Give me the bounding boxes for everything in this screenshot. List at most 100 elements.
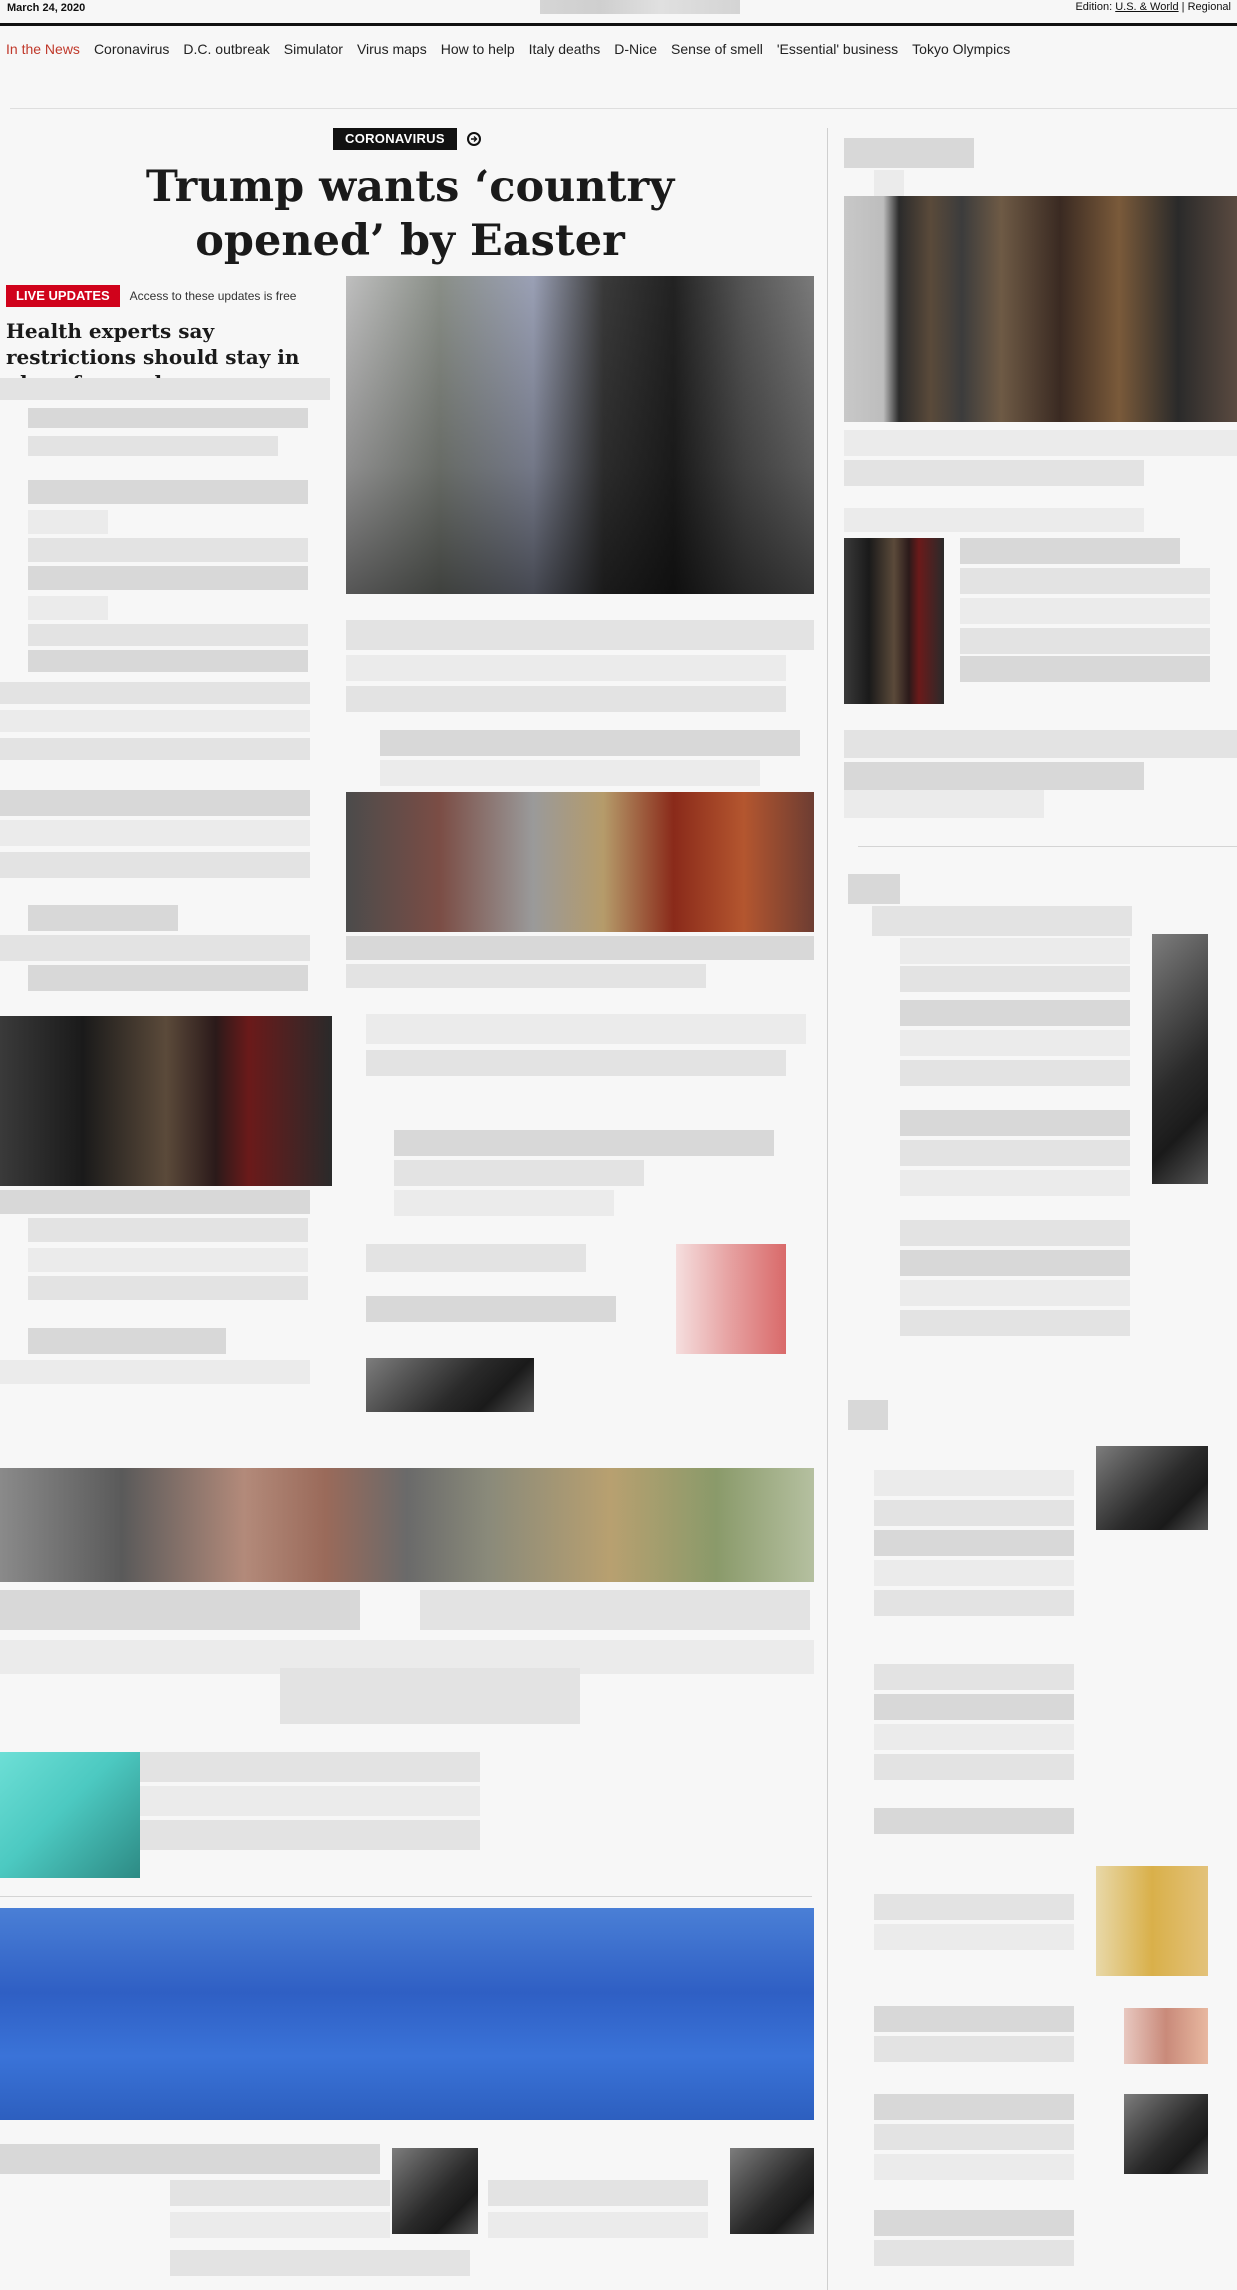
story-text-block (874, 1500, 1074, 1526)
story-image[interactable] (366, 1358, 534, 1412)
story-image[interactable] (1096, 1866, 1208, 1976)
story-text-block (848, 1400, 888, 1430)
nav-item-coronavirus[interactable]: Coronavirus (94, 41, 169, 57)
story-image[interactable] (346, 792, 814, 932)
story-text-block (874, 2006, 1074, 2032)
story-text-block (170, 2250, 470, 2276)
story-text-block (844, 138, 974, 168)
nav-item-tokyo-olympics[interactable]: Tokyo Olympics (912, 41, 1010, 57)
story-image[interactable] (844, 538, 944, 704)
story-text-block (848, 874, 900, 904)
nav-item-d-nice[interactable]: D-Nice (614, 41, 657, 57)
story-text-block (874, 1530, 1074, 1556)
story-text-block (960, 538, 1180, 564)
story-text-block (0, 935, 310, 961)
story-text-block (844, 508, 1144, 532)
story-image-strip[interactable] (0, 1468, 814, 1582)
free-access-note: Access to these updates is free (129, 289, 297, 303)
story-text-block (0, 1590, 360, 1630)
story-text-block (874, 1894, 1074, 1920)
kicker-row: CORONAVIRUS (333, 128, 481, 150)
story-text-block (28, 566, 308, 590)
story-text-block (28, 596, 108, 620)
story-text-block (140, 1752, 480, 1782)
live-updates-row: LIVE UPDATES Access to these updates is … (6, 285, 296, 307)
nav-item-virus-maps[interactable]: Virus maps (357, 41, 427, 57)
story-image[interactable] (1152, 934, 1208, 1184)
story-text-block (394, 1190, 614, 1216)
story-text-block (28, 1276, 308, 1300)
story-text-block (28, 480, 308, 504)
story-text-block (28, 624, 308, 646)
page-date: March 24, 2020 (7, 2, 86, 14)
story-text-block (28, 436, 278, 456)
in-the-news-label: In the News (6, 41, 80, 57)
story-text-block (366, 1296, 616, 1322)
story-image[interactable] (0, 1016, 332, 1186)
story-text-block (960, 628, 1210, 654)
nav-item-simulator[interactable]: Simulator (284, 41, 343, 57)
story-text-block (394, 1130, 774, 1156)
arrow-right-circle-icon[interactable] (466, 132, 481, 146)
story-text-block (874, 1590, 1074, 1616)
edition-label: Edition: (1075, 1, 1113, 13)
story-image[interactable] (844, 196, 1237, 422)
nav-item-sense-of-smell[interactable]: Sense of smell (671, 41, 763, 57)
story-text-block (28, 1328, 226, 1354)
top-bar: March 24, 2020 Edition: U.S. & World | R… (0, 0, 1237, 26)
story-text-block (366, 1244, 586, 1272)
story-image[interactable] (1124, 2094, 1208, 2174)
site-logo[interactable] (540, 0, 740, 14)
story-text-block (394, 1160, 644, 1186)
live-updates-badge[interactable]: LIVE UPDATES (6, 285, 120, 307)
story-text-block (366, 1050, 786, 1076)
story-text-block (900, 1280, 1130, 1306)
story-text-block (900, 966, 1130, 992)
story-image[interactable] (392, 2148, 478, 2234)
story-text-block (874, 2240, 1074, 2266)
story-text-block (874, 2036, 1074, 2062)
story-image[interactable] (1096, 1446, 1208, 1530)
story-text-block (28, 510, 108, 534)
edition-switcher: Edition: U.S. & World | Regional (1075, 1, 1231, 13)
story-text-block (900, 1310, 1130, 1336)
nav-divider (10, 108, 1237, 109)
story-text-block (874, 1754, 1074, 1780)
nav-item-dc-outbreak[interactable]: D.C. outbreak (183, 41, 269, 57)
story-text-block (874, 2124, 1074, 2150)
story-text-block (0, 2144, 380, 2174)
story-text-block (28, 1248, 308, 1272)
story-text-block (488, 2212, 708, 2238)
story-text-block (874, 1694, 1074, 1720)
nav-item-italy-deaths[interactable]: Italy deaths (529, 41, 601, 57)
column-divider (827, 128, 828, 2290)
story-text-block (28, 905, 178, 931)
story-text-block (900, 1110, 1130, 1136)
section-kicker[interactable]: CORONAVIRUS (333, 128, 457, 150)
story-text-block (900, 938, 1130, 964)
story-image[interactable] (676, 1244, 786, 1354)
nav-item-essential-business[interactable]: 'Essential' business (777, 41, 898, 57)
story-image[interactable] (1124, 2008, 1208, 2064)
story-text-block (900, 1140, 1130, 1166)
story-text-block (380, 730, 800, 756)
nav-item-how-to-help[interactable]: How to help (441, 41, 515, 57)
story-text-block (380, 760, 760, 786)
promo-banner[interactable] (0, 1908, 814, 2120)
edition-world-link[interactable]: U.S. & World (1115, 1, 1178, 13)
story-image[interactable] (730, 2148, 814, 2234)
main-headline[interactable]: Trump wants ‘country opened’ by Easter (120, 160, 700, 268)
story-text-block (0, 378, 330, 400)
story-text-block (872, 906, 1132, 936)
story-text-block (346, 620, 814, 650)
in-the-news-nav: In the News Coronavirus D.C. outbreak Si… (0, 36, 1237, 62)
story-text-block (420, 1590, 810, 1630)
lead-story-image[interactable] (346, 276, 814, 594)
story-image[interactable] (0, 1752, 140, 1878)
story-text-block (874, 2210, 1074, 2236)
story-text-block (874, 1560, 1074, 1586)
edition-regional-link[interactable]: Regional (1188, 1, 1231, 13)
story-text-block (900, 1060, 1130, 1086)
story-text-block (874, 2094, 1074, 2120)
story-text-block (960, 598, 1210, 624)
